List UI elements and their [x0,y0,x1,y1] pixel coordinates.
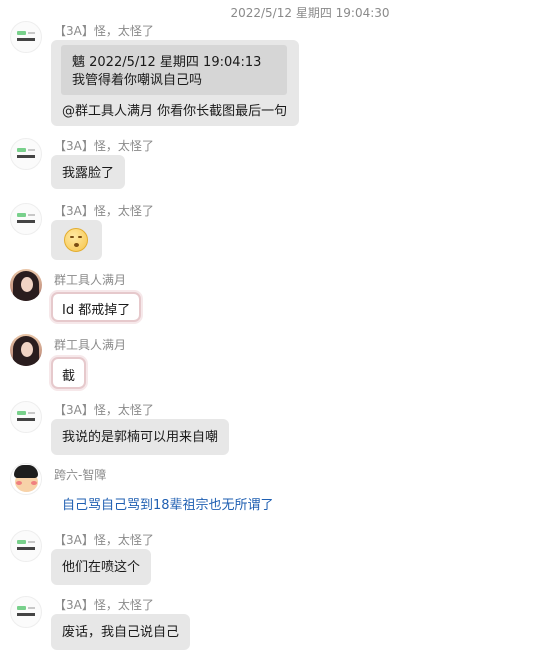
avatar[interactable] [10,530,42,562]
message-bubble[interactable]: 自己骂自己骂到18辈祖宗也无所谓了 [51,487,285,520]
avatar[interactable] [10,463,42,495]
sender-name: 【3A】怪，太怪了 [54,139,154,153]
message-bubble[interactable]: 我说的是郭楠可以用来自嘲 [51,419,230,455]
sender-name: 跨六-智障 [54,468,107,482]
sender-name: 【3A】怪，太怪了 [54,598,154,612]
avatar[interactable] [10,596,42,628]
message-bubble[interactable]: 废话，我自己说自己 [51,614,191,650]
avatar[interactable] [10,401,42,433]
message-bubble[interactable]: 截 [51,357,87,389]
sender-name: 【3A】怪，太怪了 [54,403,154,417]
avatar[interactable] [10,269,42,301]
quote-header: 魑 2022/5/12 星期四 19:04:13 [72,55,262,70]
avatar[interactable] [10,334,42,366]
sender-name: 【3A】怪，太怪了 [54,204,154,218]
message-text: @群工具人满月 你看你长截图最后一句 [62,104,288,119]
message-bubble[interactable]: 他们在喷这个 [51,549,152,585]
message-bubble[interactable]: 我露脸了 [51,155,126,189]
quoted-message[interactable]: 魑 2022/5/12 星期四 19:04:13 我管得着你嘲讽自己吗 [61,45,287,95]
face-emoji-icon [64,228,88,252]
sender-name: 群工具人满月 [54,273,127,287]
message-timestamp: 2022/5/12 星期四 19:04:30 [230,6,390,20]
sender-name: 【3A】怪，太怪了 [54,533,154,547]
avatar[interactable] [10,21,42,53]
sender-name: 【3A】怪，太怪了 [54,24,154,38]
avatar[interactable] [10,203,42,235]
message-bubble[interactable]: Id 都戒掉了 [51,292,142,322]
avatar[interactable] [10,138,42,170]
sender-name: 群工具人满月 [54,338,127,352]
quote-text: 我管得着你嘲讽自己吗 [72,73,203,88]
